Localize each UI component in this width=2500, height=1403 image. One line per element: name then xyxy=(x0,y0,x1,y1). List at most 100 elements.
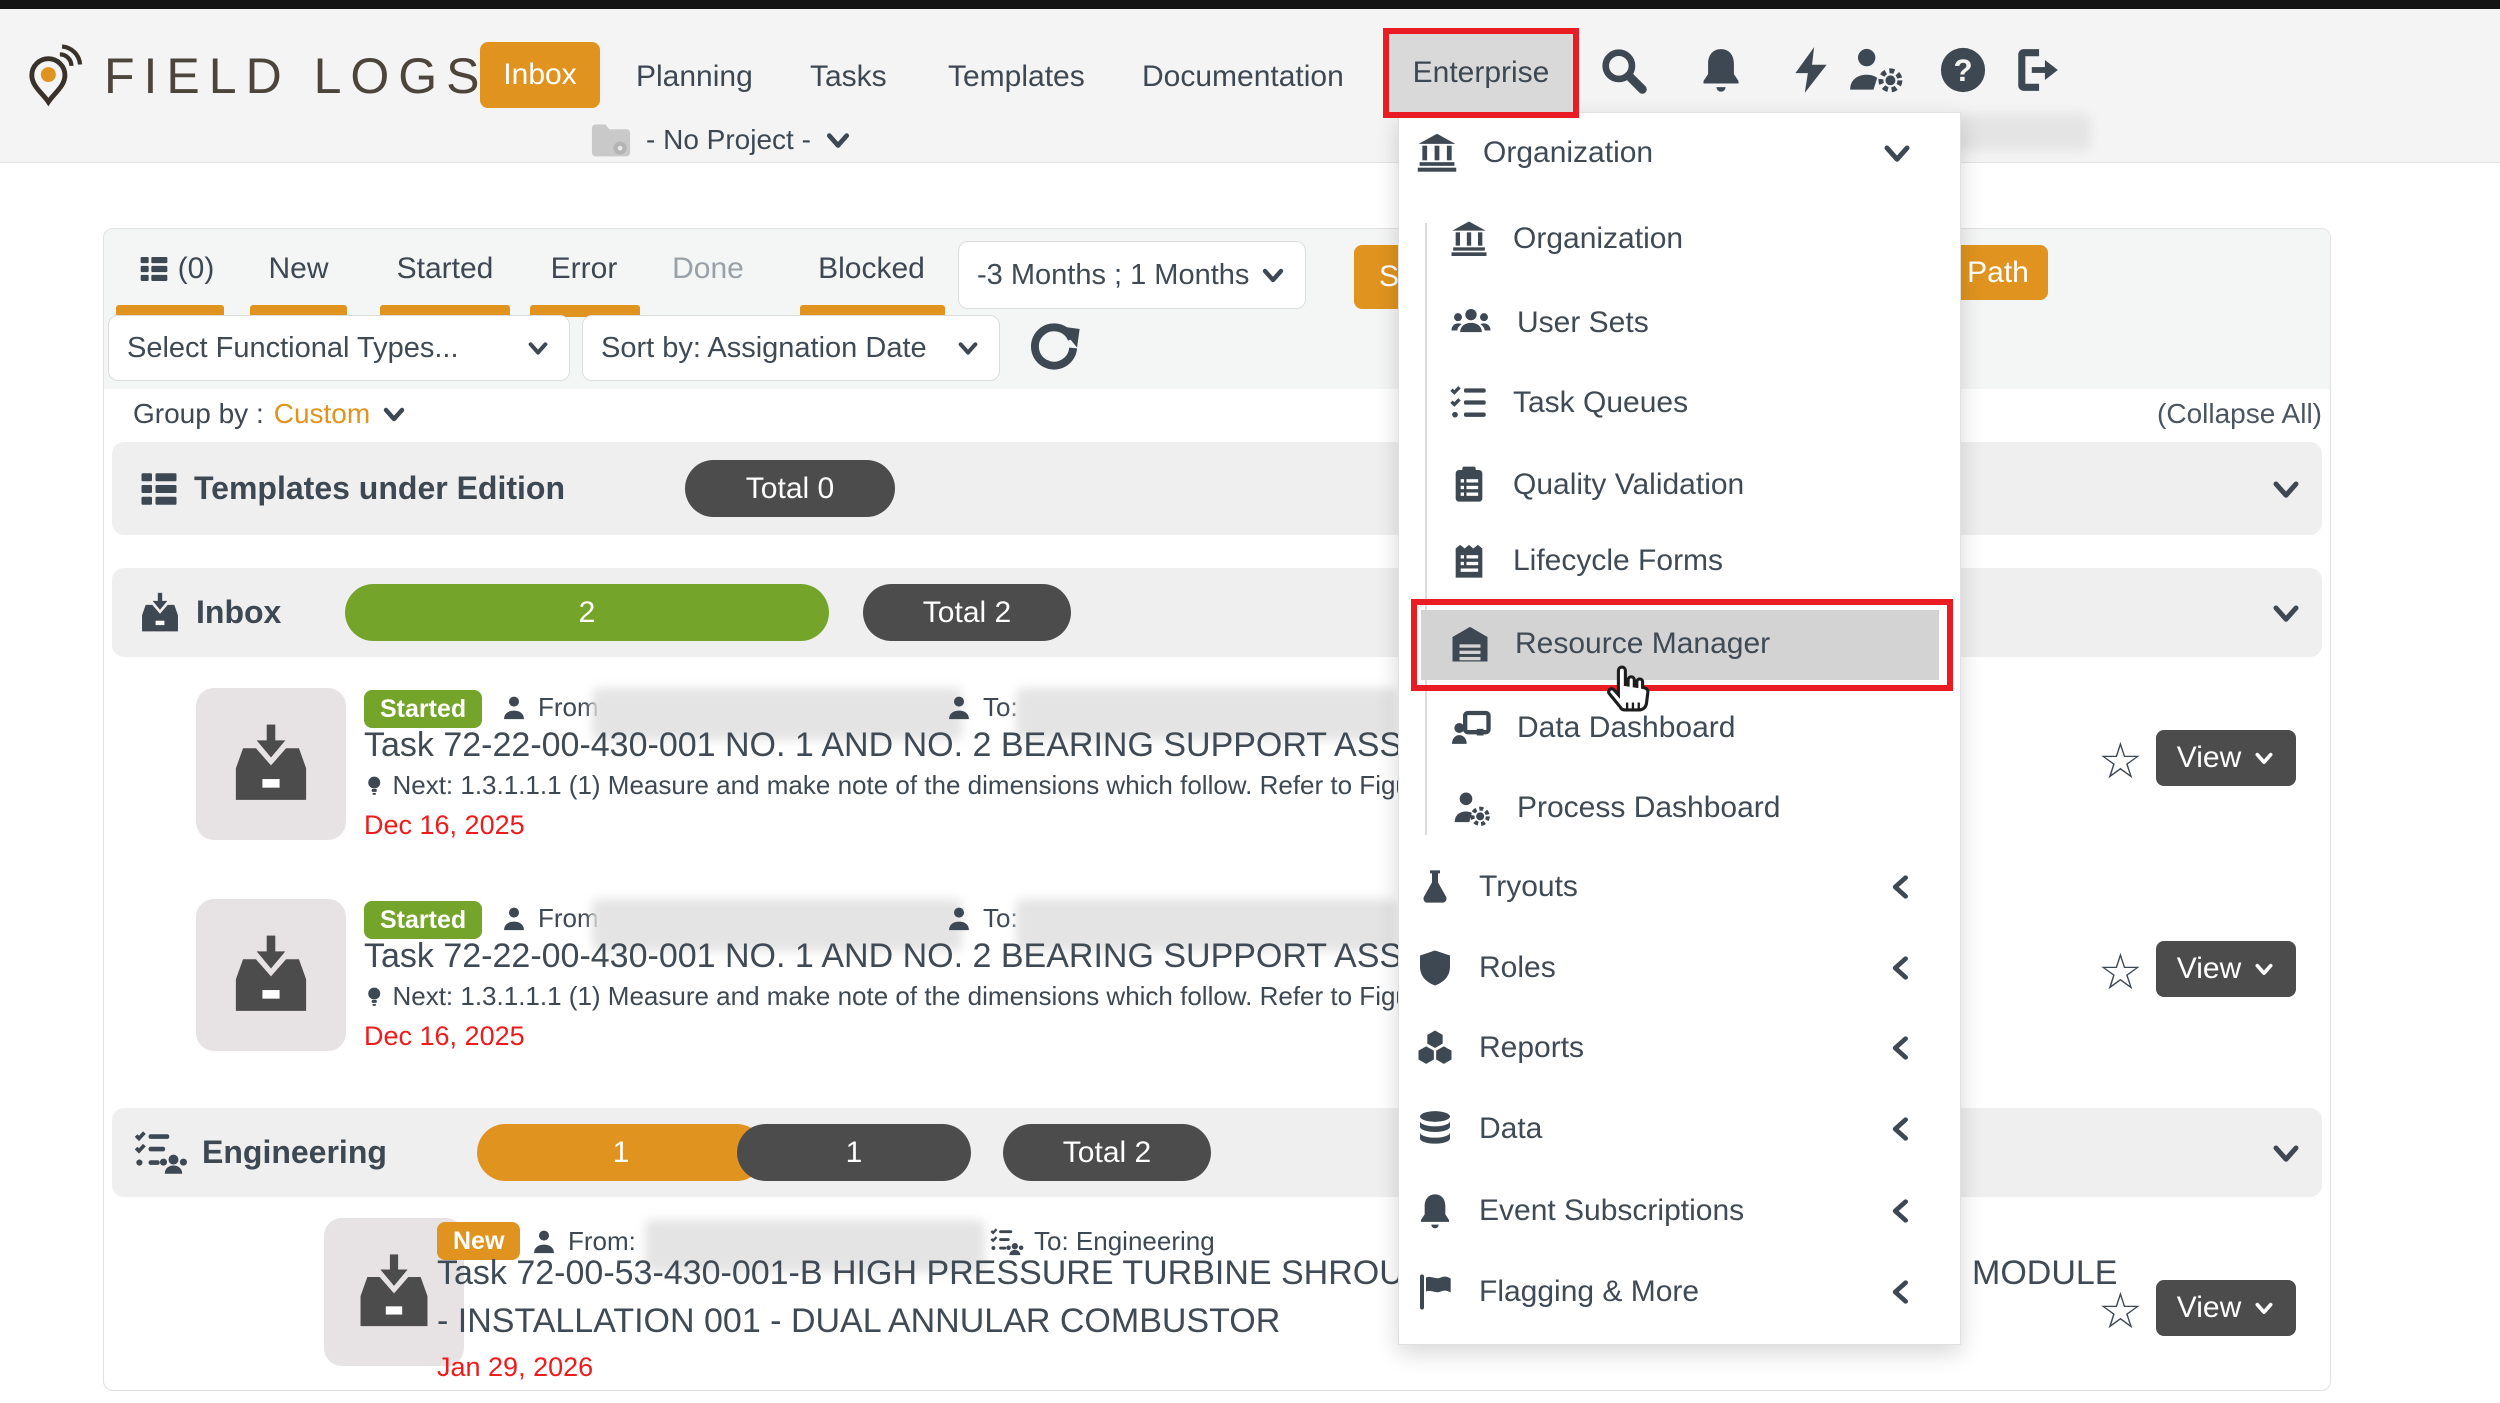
chevron-down-icon xyxy=(955,337,981,359)
menu-section-label: Organization xyxy=(1483,136,1653,170)
database-icon xyxy=(1415,1109,1455,1149)
nav-item-tasks[interactable]: Tasks xyxy=(810,60,887,94)
favorite-star-icon[interactable]: ☆ xyxy=(2098,947,2143,997)
menu-item-process-dashboard[interactable]: Process Dashboard xyxy=(1449,778,1780,838)
menu-item-label: User Sets xyxy=(1517,306,1649,340)
help-icon[interactable]: ? xyxy=(1938,45,1988,95)
task-due-date: Jan 29, 2026 xyxy=(437,1352,593,1383)
menu-item-roles[interactable]: Roles xyxy=(1415,938,1945,998)
menu-item-organization[interactable]: Organization xyxy=(1449,209,1683,269)
view-button[interactable]: View xyxy=(2156,730,2296,786)
chevron-left-icon xyxy=(1887,1277,1915,1307)
task-title-line2: - INSTALLATION 001 - DUAL ANNULAR COMBUS… xyxy=(437,1302,1398,1341)
tab-done-label: Done xyxy=(672,252,744,286)
nav-item-enterprise[interactable]: Enterprise xyxy=(1383,28,1579,118)
quick-actions-bolt-icon[interactable] xyxy=(1786,45,1836,95)
menu-item-flagging-and-more[interactable]: Flagging & More xyxy=(1415,1262,1945,1322)
nav-item-inbox[interactable]: Inbox xyxy=(480,42,600,108)
collapse-group-chevron[interactable] xyxy=(2268,1138,2304,1168)
menu-item-data[interactable]: Data xyxy=(1415,1099,1945,1159)
group-by-control[interactable]: Group by : Custom xyxy=(133,398,408,430)
tab-all[interactable]: (0) xyxy=(126,248,226,290)
tab-error[interactable]: Error xyxy=(528,248,640,290)
chevron-down-icon xyxy=(1879,138,1915,168)
menu-item-reports[interactable]: Reports xyxy=(1415,1018,1945,1078)
to-label: To: Engineering xyxy=(1034,1226,1215,1257)
nav-item-templates[interactable]: Templates xyxy=(948,60,1085,94)
task-title-line1[interactable]: Task 72-00-53-430-001-B HIGH PRESSURE TU… xyxy=(437,1254,1398,1293)
sign-out-icon[interactable] xyxy=(2012,45,2062,95)
task-title[interactable]: Task 72-22-00-430-001 NO. 1 AND NO. 2 BE… xyxy=(364,726,1398,765)
dark-count-badge: 1 xyxy=(737,1124,971,1181)
project-selector-label: - No Project - xyxy=(646,124,811,156)
nav-item-documentation[interactable]: Documentation xyxy=(1142,60,1344,94)
chevron-down-icon xyxy=(1259,263,1287,287)
menu-item-lifecycle-forms[interactable]: Lifecycle Forms xyxy=(1449,531,1723,591)
grid-icon xyxy=(138,468,180,510)
next-step-text: Next: 1.3.1.1.1 (1) Measure and make not… xyxy=(392,981,1398,1012)
orange-count-badge: 1 xyxy=(477,1124,765,1181)
bank-icon xyxy=(1449,219,1489,259)
task-title[interactable]: Task 72-22-00-430-001 NO. 1 AND NO. 2 BE… xyxy=(364,937,1398,976)
nav-item-enterprise-label: Enterprise xyxy=(1413,56,1550,90)
notifications-bell-icon[interactable] xyxy=(1696,45,1746,95)
menu-item-label: Data xyxy=(1479,1112,1542,1146)
search-icon[interactable] xyxy=(1598,45,1648,95)
task-queue-icon xyxy=(990,1227,1024,1257)
form-icon xyxy=(1449,541,1489,581)
menu-item-tryouts[interactable]: Tryouts xyxy=(1415,857,1945,917)
refresh-icon[interactable] xyxy=(1026,320,1082,376)
tab-blocked[interactable]: Blocked xyxy=(798,248,945,290)
menu-section-organization[interactable]: Organization xyxy=(1415,123,1945,183)
group-by-label: Group by : xyxy=(133,398,264,430)
brand-logo[interactable]: FIELD LOGS xyxy=(26,40,489,112)
tab-started[interactable]: Started xyxy=(380,248,510,290)
view-button[interactable]: View xyxy=(2156,1280,2296,1336)
person-icon xyxy=(945,905,973,933)
favorite-star-icon[interactable]: ☆ xyxy=(2098,736,2143,786)
menu-item-label: Tryouts xyxy=(1479,870,1578,904)
lightbulb-icon xyxy=(364,984,384,1010)
flask-icon xyxy=(1415,867,1455,907)
inbox-icon xyxy=(228,932,314,1018)
functional-types-select[interactable]: Select Functional Types... xyxy=(108,315,570,381)
chevron-down-icon xyxy=(823,127,853,153)
chevron-down-icon xyxy=(380,402,408,426)
user-administration-icon[interactable] xyxy=(1846,45,1908,95)
favorite-star-icon[interactable]: ☆ xyxy=(2098,1286,2143,1336)
sort-by-select[interactable]: Sort by: Assignation Date xyxy=(582,315,1000,381)
task-to: To: xyxy=(945,903,1018,934)
menu-item-label: Task Queues xyxy=(1513,386,1688,420)
from-label: From: xyxy=(568,1226,636,1257)
menu-item-label: Process Dashboard xyxy=(1517,791,1780,825)
task-due-date: Dec 16, 2025 xyxy=(364,1021,525,1052)
inbox-icon xyxy=(228,721,314,807)
menu-item-label: Event Subscriptions xyxy=(1479,1194,1744,1228)
flag-icon xyxy=(1415,1272,1455,1312)
chevron-left-icon xyxy=(1887,872,1915,902)
tab-blocked-label: Blocked xyxy=(818,252,925,286)
tab-new-label: New xyxy=(268,252,328,286)
menu-item-user-sets[interactable]: User Sets xyxy=(1449,293,1649,353)
total-badge: Total 0 xyxy=(685,460,895,517)
tab-done[interactable]: Done xyxy=(664,248,752,290)
project-selector[interactable]: - No Project - xyxy=(588,120,853,160)
collapse-group-chevron[interactable] xyxy=(2268,474,2304,504)
project-folder-icon xyxy=(588,120,634,160)
date-range-select[interactable]: -3 Months ; 1 Months xyxy=(958,241,1306,309)
checklist-icon xyxy=(1449,383,1489,423)
menu-item-quality-validation[interactable]: Quality Validation xyxy=(1449,455,1744,515)
path-button[interactable]: Path xyxy=(1948,245,2048,300)
nav-item-planning[interactable]: Planning xyxy=(636,60,753,94)
collapse-all-link[interactable]: (Collapse All) xyxy=(2157,398,2322,430)
task-type-tile xyxy=(196,688,346,840)
menu-item-task-queues[interactable]: Task Queues xyxy=(1449,373,1688,433)
menu-item-data-dashboard[interactable]: Data Dashboard xyxy=(1449,698,1735,758)
menu-item-event-subscriptions[interactable]: Event Subscriptions xyxy=(1415,1181,1945,1241)
view-button[interactable]: View xyxy=(2156,941,2296,997)
collapse-group-chevron[interactable] xyxy=(2268,598,2304,628)
tab-new[interactable]: New xyxy=(250,248,347,290)
enterprise-dropdown-menu: Organization Organization User Sets Task… xyxy=(1398,112,1961,1345)
task-next-step: Next: 1.3.1.1.1 (1) Measure and make not… xyxy=(364,981,1398,1012)
menu-item-label: Lifecycle Forms xyxy=(1513,544,1723,578)
